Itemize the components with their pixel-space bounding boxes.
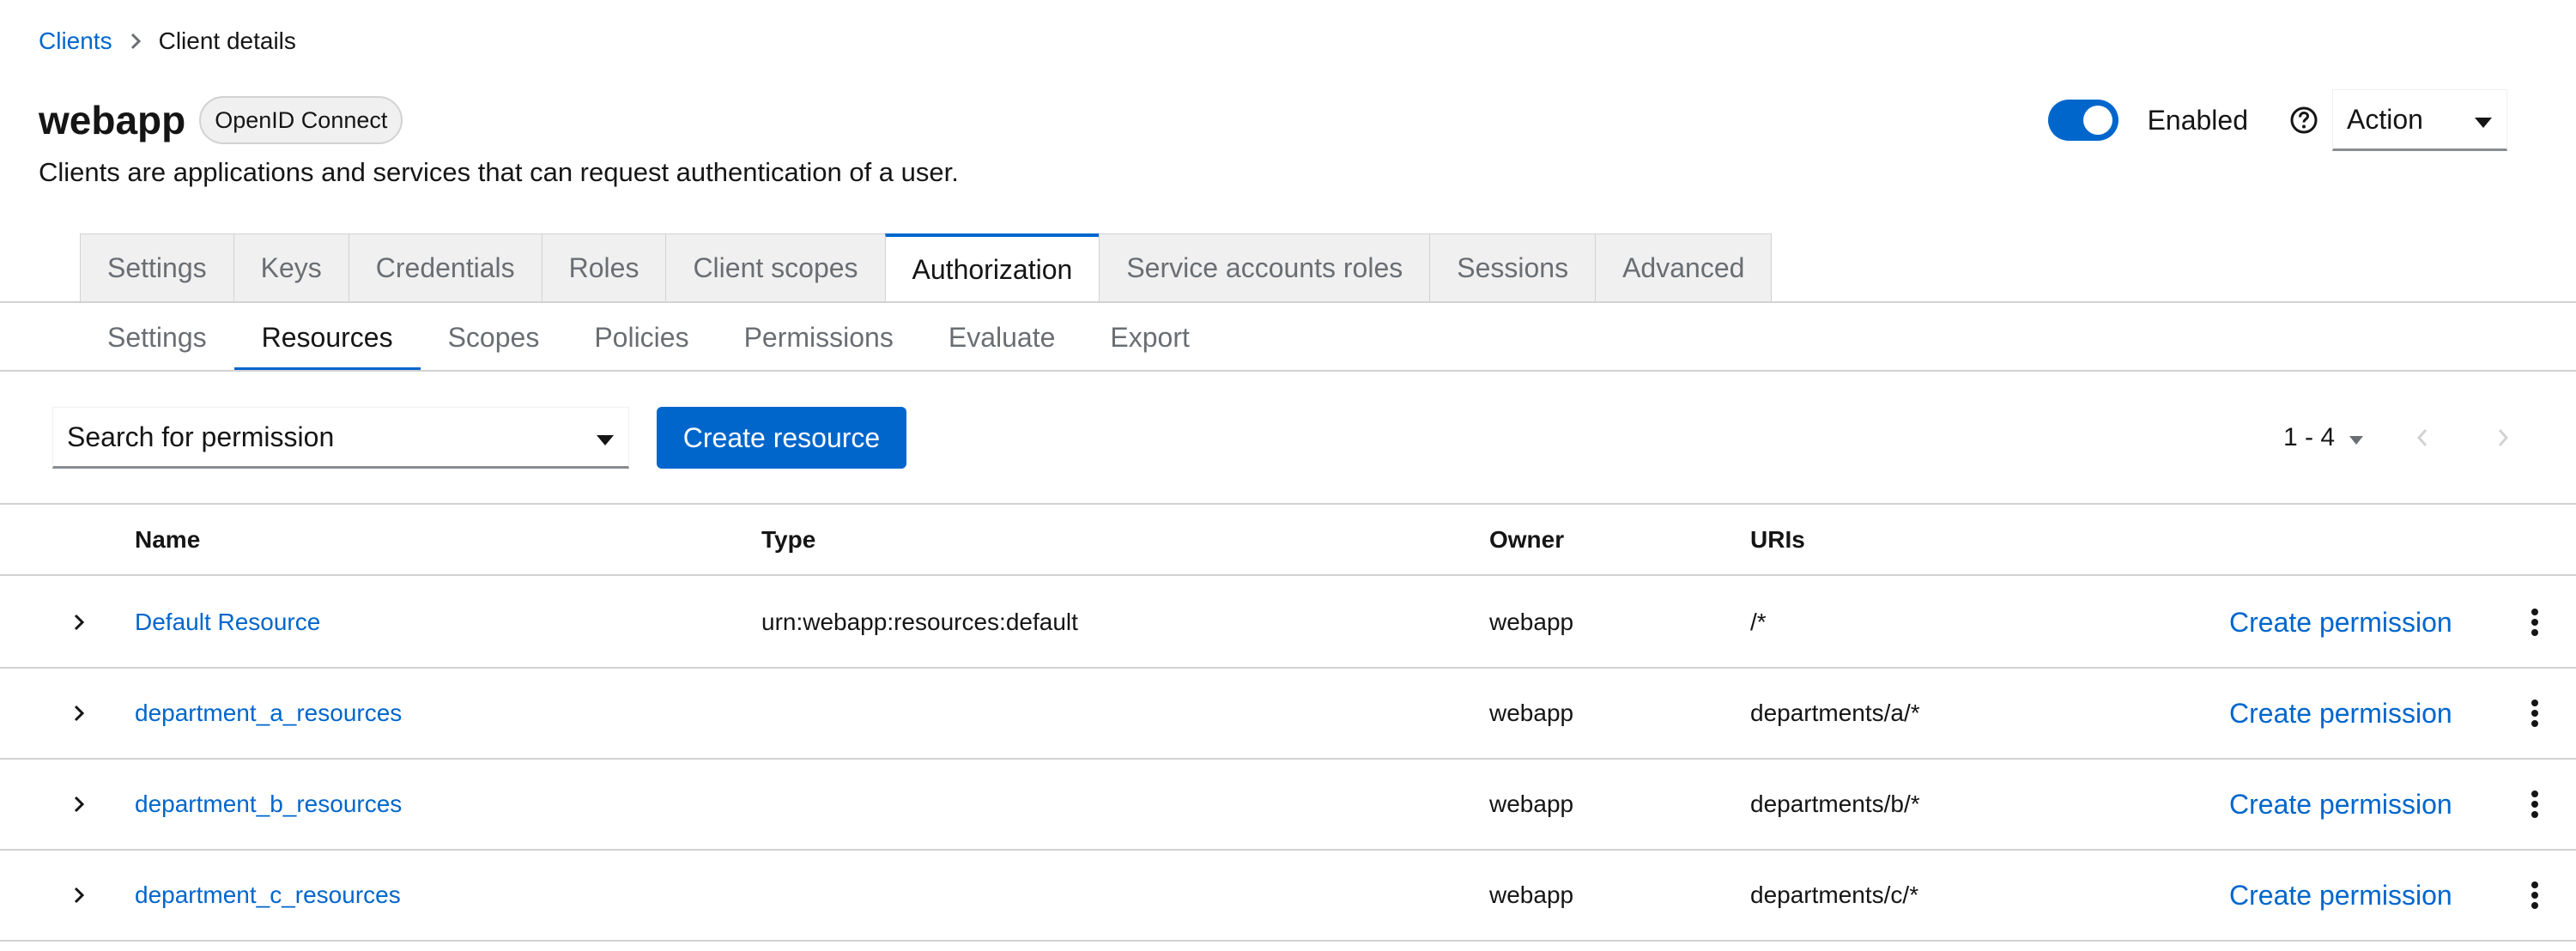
column-header-uris: URIs [1750, 525, 1805, 553]
column-header-type: Type [761, 525, 816, 553]
resource-owner: webapp [1489, 609, 1574, 635]
chevron-right-icon[interactable] [64, 578, 94, 667]
main-tabs: Settings Keys Credentials Roles Client s… [80, 233, 1773, 302]
tab-label: Authorization [912, 253, 1073, 285]
subtab-evaluate[interactable]: Evaluate [921, 303, 1083, 372]
chevron-right-icon[interactable] [64, 669, 94, 758]
resource-owner: webapp [1489, 881, 1574, 908]
create-permission-link[interactable]: Create permission [2229, 760, 2452, 849]
pagination: 1 - 4 [2283, 407, 2520, 469]
column-header-owner: Owner [1489, 525, 1565, 553]
question-circle-icon[interactable] [2289, 106, 2318, 135]
page-range-label: 1 - 4 [2283, 423, 2336, 451]
enabled-label: Enabled [2147, 104, 2248, 136]
table-row: department_b_resources webapp department… [0, 760, 2576, 851]
caret-down-icon [2474, 104, 2493, 136]
tab-label: Keys [260, 251, 322, 283]
resource-owner: webapp [1489, 790, 1574, 817]
breadcrumb: Clients Client details [39, 27, 296, 55]
tab-settings[interactable]: Settings [80, 233, 233, 302]
table-header: Name Type Owner URIs [0, 505, 2576, 576]
subtab-label: Scopes [447, 321, 540, 353]
chevron-right-icon[interactable] [64, 760, 94, 849]
tab-advanced[interactable]: Advanced [1595, 233, 1773, 302]
resource-owner: webapp [1489, 700, 1574, 726]
resource-uris: /* [1750, 609, 1767, 635]
enabled-toggle[interactable] [2047, 100, 2118, 141]
chevron-left-icon[interactable] [2405, 421, 2440, 455]
kebab-icon[interactable] [2522, 578, 2548, 667]
search-select-label: Search for permission [67, 421, 335, 452]
table-row: Default Resource urn:webapp:resources:de… [0, 578, 2576, 669]
create-permission-link[interactable]: Create permission [2229, 578, 2452, 667]
tab-label: Settings [107, 251, 207, 283]
resource-uris: departments/b/* [1750, 790, 1920, 817]
tab-label: Roles [568, 251, 639, 283]
protocol-badge: OpenID Connect [199, 96, 403, 144]
chevron-right-icon[interactable] [64, 851, 94, 940]
column-header-name: Name [135, 525, 201, 553]
table-row: department_a_resources webapp department… [0, 669, 2576, 760]
create-resource-button[interactable]: Create resource [657, 407, 906, 469]
tab-label: Advanced [1622, 251, 1745, 283]
subtab-label: Policies [594, 321, 689, 353]
page-range-toggle[interactable]: 1 - 4 [2283, 423, 2364, 452]
resource-name-link[interactable]: department_a_resources [135, 669, 402, 758]
title-row: webapp OpenID Connect [39, 96, 403, 144]
tab-roles[interactable]: Roles [541, 233, 666, 302]
chevron-right-icon [112, 32, 159, 51]
subtab-permissions[interactable]: Permissions [717, 303, 921, 372]
subtab-label: Permissions [743, 321, 894, 353]
resource-name-link[interactable]: Default Resource [135, 578, 320, 667]
subtab-label: Evaluate [948, 321, 1056, 353]
resource-uris: departments/a/* [1750, 700, 1920, 726]
table-row: department_c_resources webapp department… [0, 851, 2576, 942]
toolbar: Search for permission Create resource 1 … [0, 407, 2576, 469]
breadcrumb-current: Client details [158, 27, 296, 54]
action-dropdown[interactable]: Action [2332, 89, 2507, 151]
chevron-right-icon[interactable] [2486, 421, 2520, 455]
kebab-icon[interactable] [2522, 760, 2548, 849]
resource-uris: departments/c/* [1750, 881, 1919, 908]
subtab-label: Settings [107, 321, 207, 353]
toggle-knob [2082, 106, 2112, 135]
resource-name-link[interactable]: department_b_resources [135, 760, 402, 849]
subtab-settings[interactable]: Settings [80, 303, 234, 372]
tab-label: Credentials [375, 251, 515, 283]
subtab-scopes[interactable]: Scopes [421, 303, 567, 372]
kebab-icon[interactable] [2522, 669, 2548, 758]
tab-label: Sessions [1457, 251, 1569, 283]
kebab-icon[interactable] [2522, 851, 2548, 940]
page-title: webapp [39, 98, 186, 142]
tab-authorization[interactable]: Authorization [884, 233, 1100, 302]
search-type-select[interactable]: Search for permission [52, 407, 629, 469]
subtab-policies[interactable]: Policies [567, 303, 716, 372]
breadcrumb-clients-link[interactable]: Clients [39, 27, 112, 55]
tab-service-accounts-roles[interactable]: Service accounts roles [1099, 233, 1430, 302]
caret-down-icon [2349, 423, 2364, 452]
tab-sessions[interactable]: Sessions [1429, 233, 1596, 302]
create-permission-link[interactable]: Create permission [2229, 851, 2452, 940]
tab-keys[interactable]: Keys [233, 233, 349, 302]
subtab-label: Export [1110, 321, 1190, 353]
subtab-export[interactable]: Export [1082, 303, 1216, 372]
page-description: Clients are applications and services th… [39, 157, 959, 187]
subtab-resources[interactable]: Resources [233, 303, 421, 372]
tab-label: Service accounts roles [1126, 251, 1403, 283]
tab-label: Client scopes [693, 251, 858, 283]
resource-type: urn:webapp:resources:default [761, 609, 1078, 635]
tab-credentials[interactable]: Credentials [348, 233, 542, 302]
create-permission-link[interactable]: Create permission [2229, 669, 2452, 758]
action-dropdown-label: Action [2347, 103, 2423, 135]
subtab-label: Resources [261, 321, 393, 353]
tab-client-scopes[interactable]: Client scopes [665, 233, 885, 302]
resource-name-link[interactable]: department_c_resources [135, 851, 401, 940]
caret-down-icon [596, 421, 615, 453]
sub-tabs-divider [0, 370, 2576, 372]
header-controls: Enabled Action [2047, 89, 2507, 151]
sub-tabs: Settings Resources Scopes Policies Permi… [80, 303, 1217, 372]
